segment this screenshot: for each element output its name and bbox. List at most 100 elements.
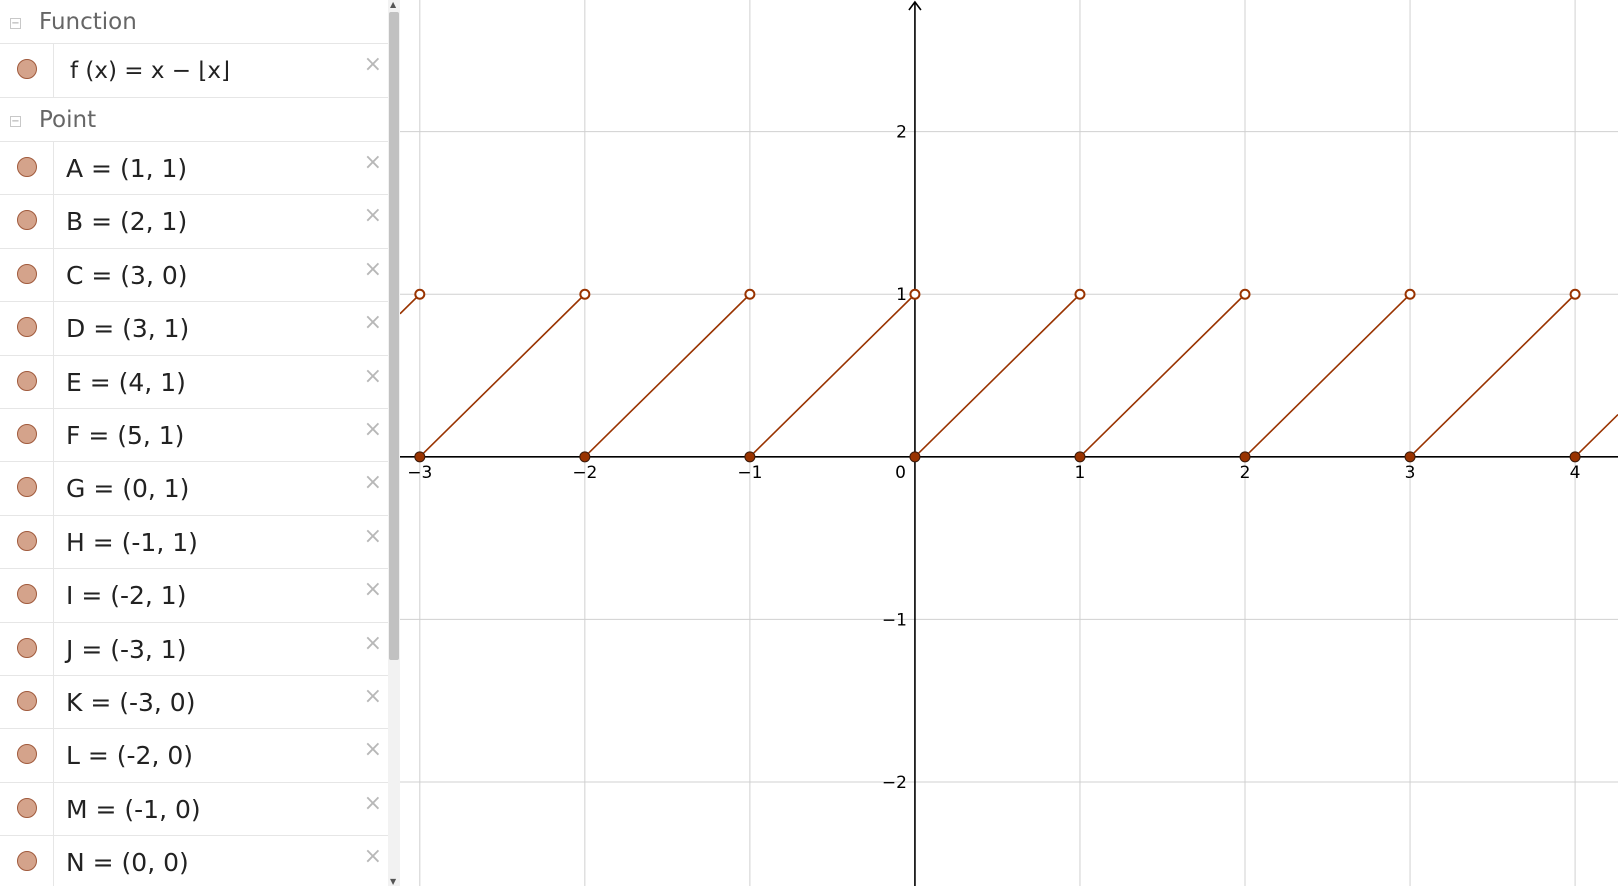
point-item[interactable]: B = (2, 1) × (0, 195, 388, 249)
visibility-toggle[interactable] (0, 248, 54, 302)
point-definition[interactable]: C = (3, 0) (66, 261, 188, 290)
point-definition[interactable]: G = (0, 1) (66, 474, 189, 503)
delete-icon[interactable]: × (364, 205, 382, 227)
delete-icon[interactable]: × (364, 632, 382, 655)
delete-icon[interactable]: × (364, 685, 382, 708)
visibility-toggle[interactable] (0, 408, 54, 462)
marble-icon[interactable] (17, 263, 37, 284)
point-item[interactable]: L = (-2, 0) × (0, 729, 388, 783)
x-tick-label: 4 (1570, 463, 1581, 483)
closed-point (744, 451, 756, 463)
open-point (1404, 288, 1416, 300)
collapse-icon[interactable]: − (10, 116, 21, 127)
delete-icon[interactable]: × (364, 365, 382, 388)
delete-icon[interactable]: × (364, 846, 382, 868)
point-item[interactable]: N = (0, 0) × (0, 836, 388, 886)
point-definition[interactable]: H = (-1, 1) (66, 528, 198, 557)
visibility-toggle[interactable] (0, 515, 54, 569)
marble-icon[interactable] (17, 744, 37, 765)
visibility-toggle[interactable] (0, 44, 54, 97)
point-definition[interactable]: J = (-3, 1) (66, 635, 186, 664)
delete-icon[interactable]: × (364, 579, 382, 601)
marble-icon[interactable] (17, 584, 37, 605)
marble-icon[interactable] (17, 157, 37, 177)
algebra-scrollbar[interactable]: ▲ ▼ (388, 0, 400, 886)
scroll-thumb[interactable] (389, 12, 399, 660)
marble-icon[interactable] (17, 690, 37, 711)
graphics-view[interactable]: −3 −2 −1 1 2 3 4 2 1 −1 −2 0 (399, 0, 1618, 886)
marble-icon[interactable] (17, 210, 37, 231)
delete-icon[interactable]: × (364, 152, 382, 174)
point-definition[interactable]: M = (-1, 0) (66, 795, 201, 824)
closed-point (414, 451, 426, 463)
point-definition[interactable]: B = (2, 1) (66, 207, 187, 236)
point-item[interactable]: D = (3, 1) × (0, 302, 388, 356)
delete-icon[interactable]: × (364, 472, 382, 494)
visibility-toggle[interactable] (0, 836, 54, 886)
point-definition[interactable]: N = (0, 0) (66, 848, 189, 877)
point-item[interactable]: E = (4, 1) × (0, 355, 388, 409)
graph-canvas[interactable]: −3 −2 −1 1 2 3 4 2 1 −1 −2 0 (399, 0, 1618, 886)
marble-icon[interactable] (17, 851, 37, 872)
y-tick-label: −1 (882, 610, 907, 630)
point-definition[interactable]: A = (1, 1) (66, 154, 187, 183)
origin-label: 0 (895, 463, 906, 483)
visibility-toggle[interactable] (0, 622, 54, 675)
x-tick-label: 1 (1075, 463, 1086, 483)
marble-icon[interactable] (17, 59, 37, 79)
point-item[interactable]: M = (-1, 0) × (0, 782, 388, 837)
open-point (414, 288, 426, 300)
scroll-up-icon[interactable]: ▲ (390, 0, 396, 9)
scroll-down-icon[interactable]: ▼ (390, 877, 396, 886)
collapse-icon[interactable]: − (10, 18, 21, 29)
visibility-toggle[interactable] (0, 142, 54, 195)
open-point (1569, 288, 1581, 300)
delete-icon[interactable]: × (364, 792, 382, 815)
closed-point (1074, 451, 1086, 463)
point-item[interactable]: H = (-1, 1) × (0, 515, 388, 570)
point-item[interactable]: F = (5, 1) × (0, 408, 388, 463)
delete-icon[interactable]: × (364, 258, 382, 281)
visibility-toggle[interactable] (0, 355, 54, 408)
visibility-toggle[interactable] (0, 782, 54, 836)
visibility-toggle[interactable] (0, 302, 54, 355)
point-definition[interactable]: D = (3, 1) (66, 314, 189, 343)
visibility-toggle[interactable] (0, 675, 54, 729)
marble-icon[interactable] (17, 370, 37, 391)
closed-point (1569, 451, 1581, 463)
visibility-toggle[interactable] (0, 729, 54, 782)
point-definition[interactable]: K = (-3, 0) (66, 688, 195, 717)
point-definition[interactable]: E = (4, 1) (66, 368, 186, 397)
point-item[interactable]: K = (-3, 0) × (0, 675, 388, 730)
point-definition[interactable]: L = (-2, 0) (66, 741, 193, 770)
x-tick-label: 2 (1240, 463, 1251, 483)
visibility-toggle[interactable] (0, 569, 54, 622)
point-item[interactable]: G = (0, 1) × (0, 462, 388, 516)
delete-icon[interactable]: × (364, 54, 382, 76)
visibility-toggle[interactable] (0, 462, 54, 515)
delete-icon[interactable]: × (364, 418, 382, 441)
visibility-toggle[interactable] (0, 195, 54, 248)
marble-icon[interactable] (17, 797, 37, 818)
delete-icon[interactable]: × (364, 525, 382, 548)
marble-icon[interactable] (17, 317, 37, 338)
point-item[interactable]: A = (1, 1) × (0, 142, 388, 196)
open-point (909, 288, 921, 300)
point-item[interactable]: C = (3, 0) × (0, 248, 388, 303)
delete-icon[interactable]: × (364, 739, 382, 761)
point-group-header[interactable]: − Point (0, 98, 388, 142)
marble-icon[interactable] (17, 530, 37, 551)
point-definition[interactable]: I = (-2, 1) (66, 581, 186, 610)
function-segment (1574, 413, 1618, 458)
point-definition[interactable]: F = (5, 1) (66, 421, 184, 450)
delete-icon[interactable]: × (364, 312, 382, 334)
marble-icon[interactable] (17, 637, 37, 658)
function-item[interactable]: f (x) = x − ⌊x⌋ × (0, 44, 388, 98)
marble-icon[interactable] (17, 423, 37, 444)
marble-icon[interactable] (17, 477, 37, 498)
function-group-header[interactable]: − Function (0, 0, 388, 44)
function-segment (419, 293, 586, 458)
function-definition[interactable]: f (x) = x − ⌊x⌋ (70, 58, 230, 84)
point-item[interactable]: J = (-3, 1) × (0, 622, 388, 676)
point-item[interactable]: I = (-2, 1) × (0, 569, 388, 623)
